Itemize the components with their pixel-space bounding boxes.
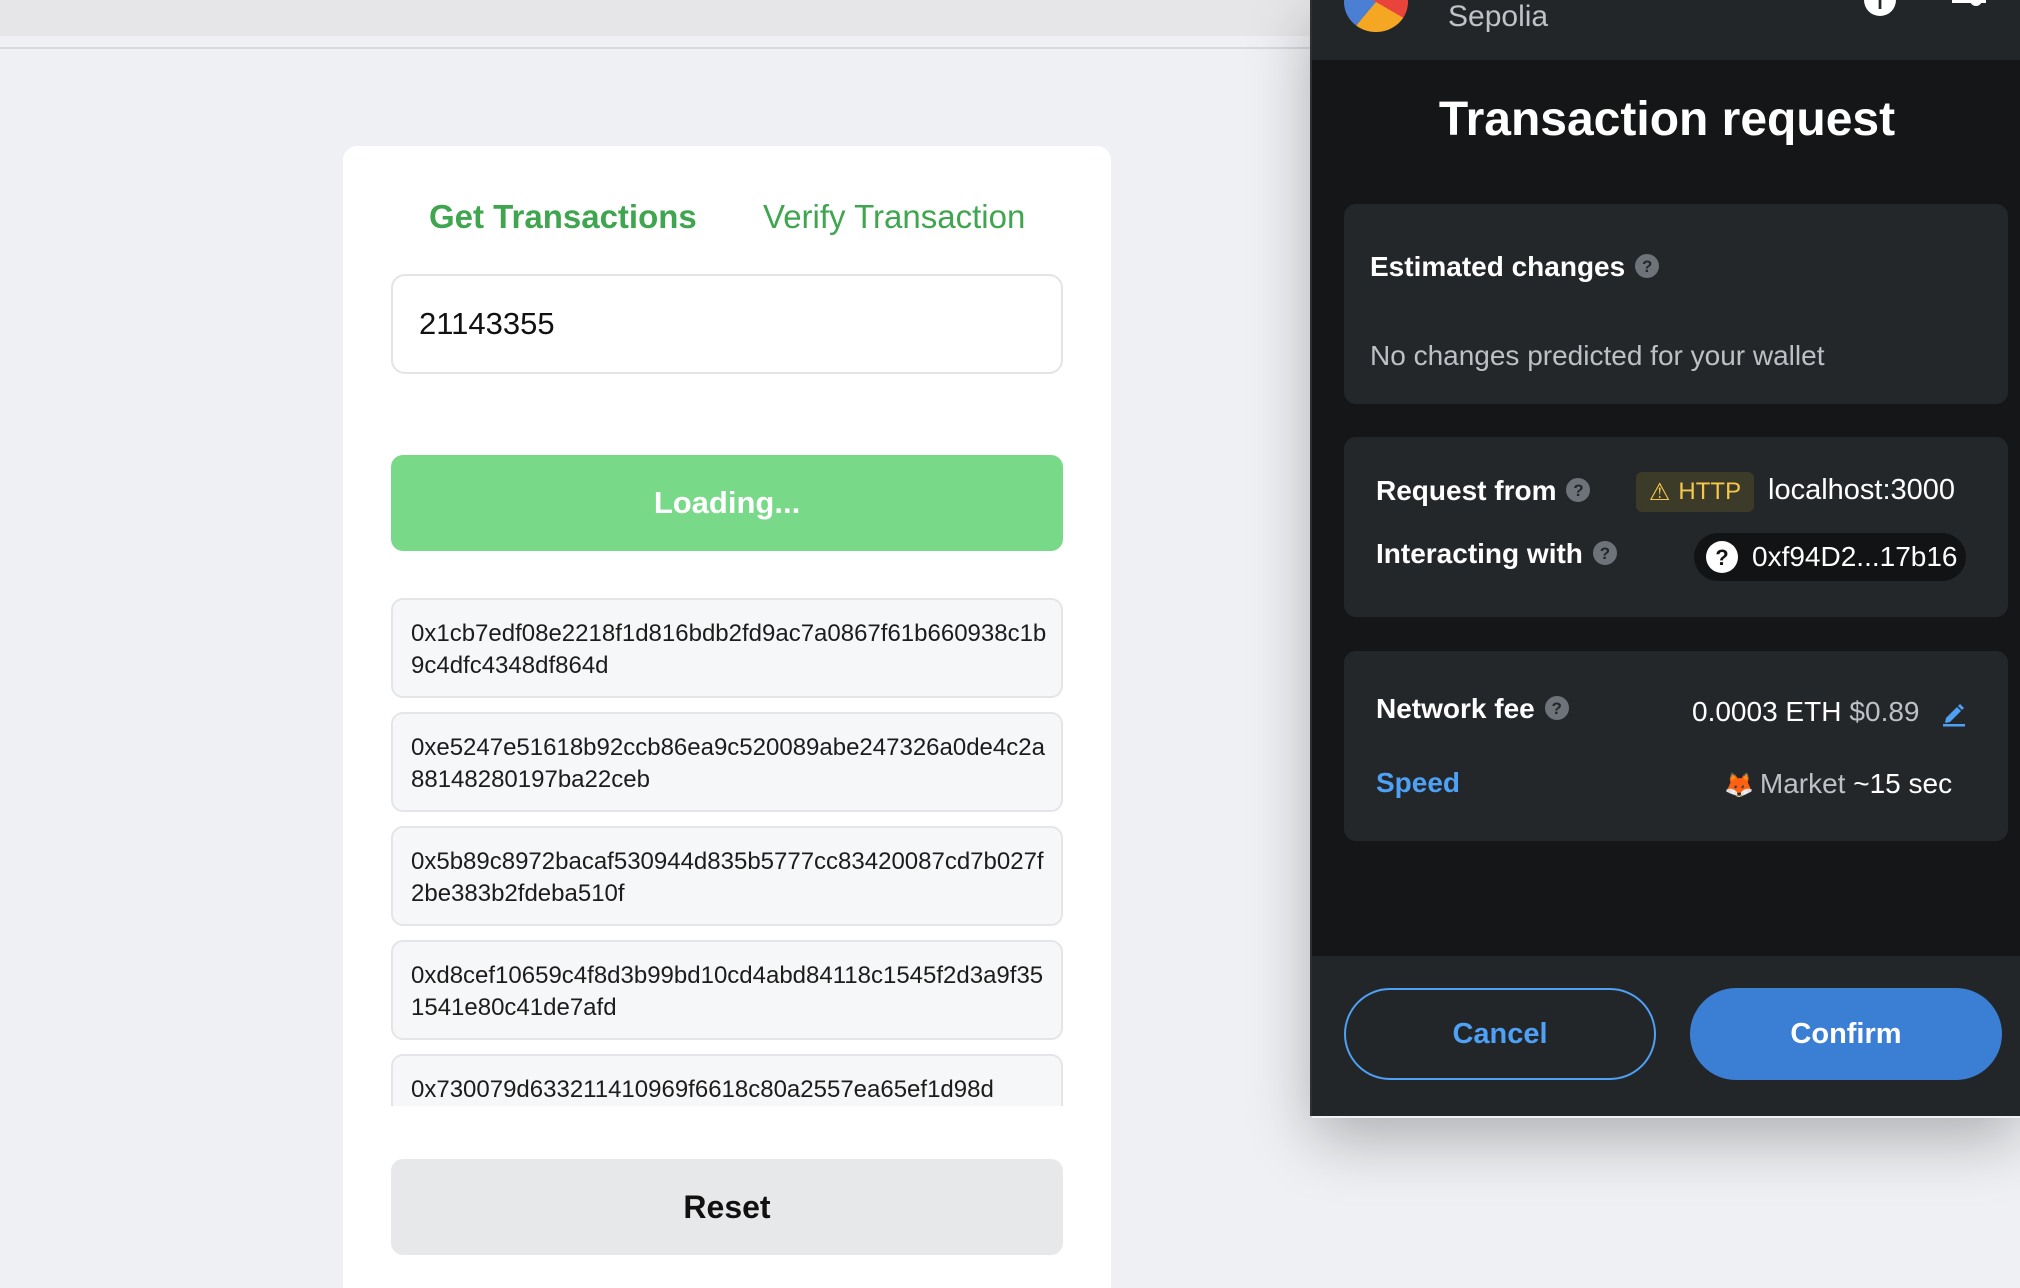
help-icon[interactable]: ? [1635,253,1660,278]
estimated-changes-panel: Estimated changes? No changes predicted … [1344,204,2008,404]
tab-get-transactions[interactable]: Get Transactions [429,198,697,236]
transactions-card: Get Transactions Verify Transaction 2114… [343,146,1111,1288]
fox-icon: 🦊 [1724,772,1754,799]
block-number-input[interactable]: 21143355 [391,274,1063,374]
transaction-list[interactable]: 0x1cb7edf08e2218f1d816bdb2fd9ac7a0867f61… [391,598,1063,1106]
network-fee-label: Network fee? [1376,693,1569,725]
transaction-hash-item[interactable]: 0xd8cef10659c4f8d3b99bd10cd4abd84118c154… [391,940,1063,1040]
tab-verify-transaction[interactable]: Verify Transaction [763,198,1025,236]
page-title: Transaction request [1438,93,1896,146]
network-fee-panel: Network fee? 0.0003 ETH $0.89 Speed 🦊 Mark… [1344,651,2008,841]
interacting-with-label: Interacting with? [1376,538,1617,570]
contract-address: 0xf94D2...17b16 [1752,541,1958,572]
confirm-button[interactable]: Confirm [1690,988,2002,1080]
network-fee-value: 0.0003 ETH $0.89 [1692,696,1920,727]
estimated-changes-message: No changes predicted for your wallet [1370,340,1825,371]
help-icon[interactable]: ? [1544,695,1569,720]
http-warning-badge: ⚠ HTTP [1636,472,1754,512]
info-icon[interactable]: i [1864,0,1896,16]
browser-top-bar [0,0,1310,36]
speed-value[interactable]: 🦊 Market ~15 sec [1724,768,1952,800]
warning-icon: ⚠ [1648,478,1671,506]
cancel-button[interactable]: Cancel [1344,988,1656,1080]
estimated-changes-label: Estimated changes? [1370,251,1660,283]
transaction-hash-item[interactable]: 0x1cb7edf08e2218f1d816bdb2fd9ac7a0867f61… [391,598,1063,698]
wallet-header: Sepolia i [1312,0,2020,60]
transaction-hash-item[interactable]: 0x730079d633211410969f6618c80a2557ea65ef… [391,1054,1063,1106]
request-from-label: Request from? [1376,475,1591,507]
help-icon[interactable]: ? [1566,477,1591,502]
wallet-popup: Sepolia i Transaction request Estimated … [1310,0,2020,1116]
request-details-panel: Request from? ⚠ HTTP localhost:3000 Inter… [1344,437,2008,617]
contract-address-pill[interactable]: ? 0xf94D2...17b16 [1694,533,1966,581]
network-name[interactable]: Sepolia [1448,0,1548,34]
loading-button[interactable]: Loading... [391,455,1063,551]
network-logo-icon[interactable] [1344,0,1408,32]
speed-label[interactable]: Speed [1376,767,1460,799]
help-icon[interactable]: ? [1592,540,1617,565]
transaction-hash-item[interactable]: 0xe5247e51618b92ccb86ea9c520089abe247326… [391,712,1063,812]
tab-bar: Get Transactions Verify Transaction [343,198,1111,248]
transaction-hash-item[interactable]: 0x5b89c8972bacaf530944d835b5777cc8342008… [391,826,1063,926]
edit-pencil-icon[interactable] [1940,699,1968,727]
settings-icon[interactable] [1952,0,1986,10]
request-origin: localhost:3000 [1768,474,1956,506]
reset-button[interactable]: Reset [391,1159,1063,1255]
wallet-footer: Cancel Confirm [1312,956,2020,1116]
browser-divider [0,47,1310,49]
unknown-contract-icon: ? [1706,541,1738,573]
